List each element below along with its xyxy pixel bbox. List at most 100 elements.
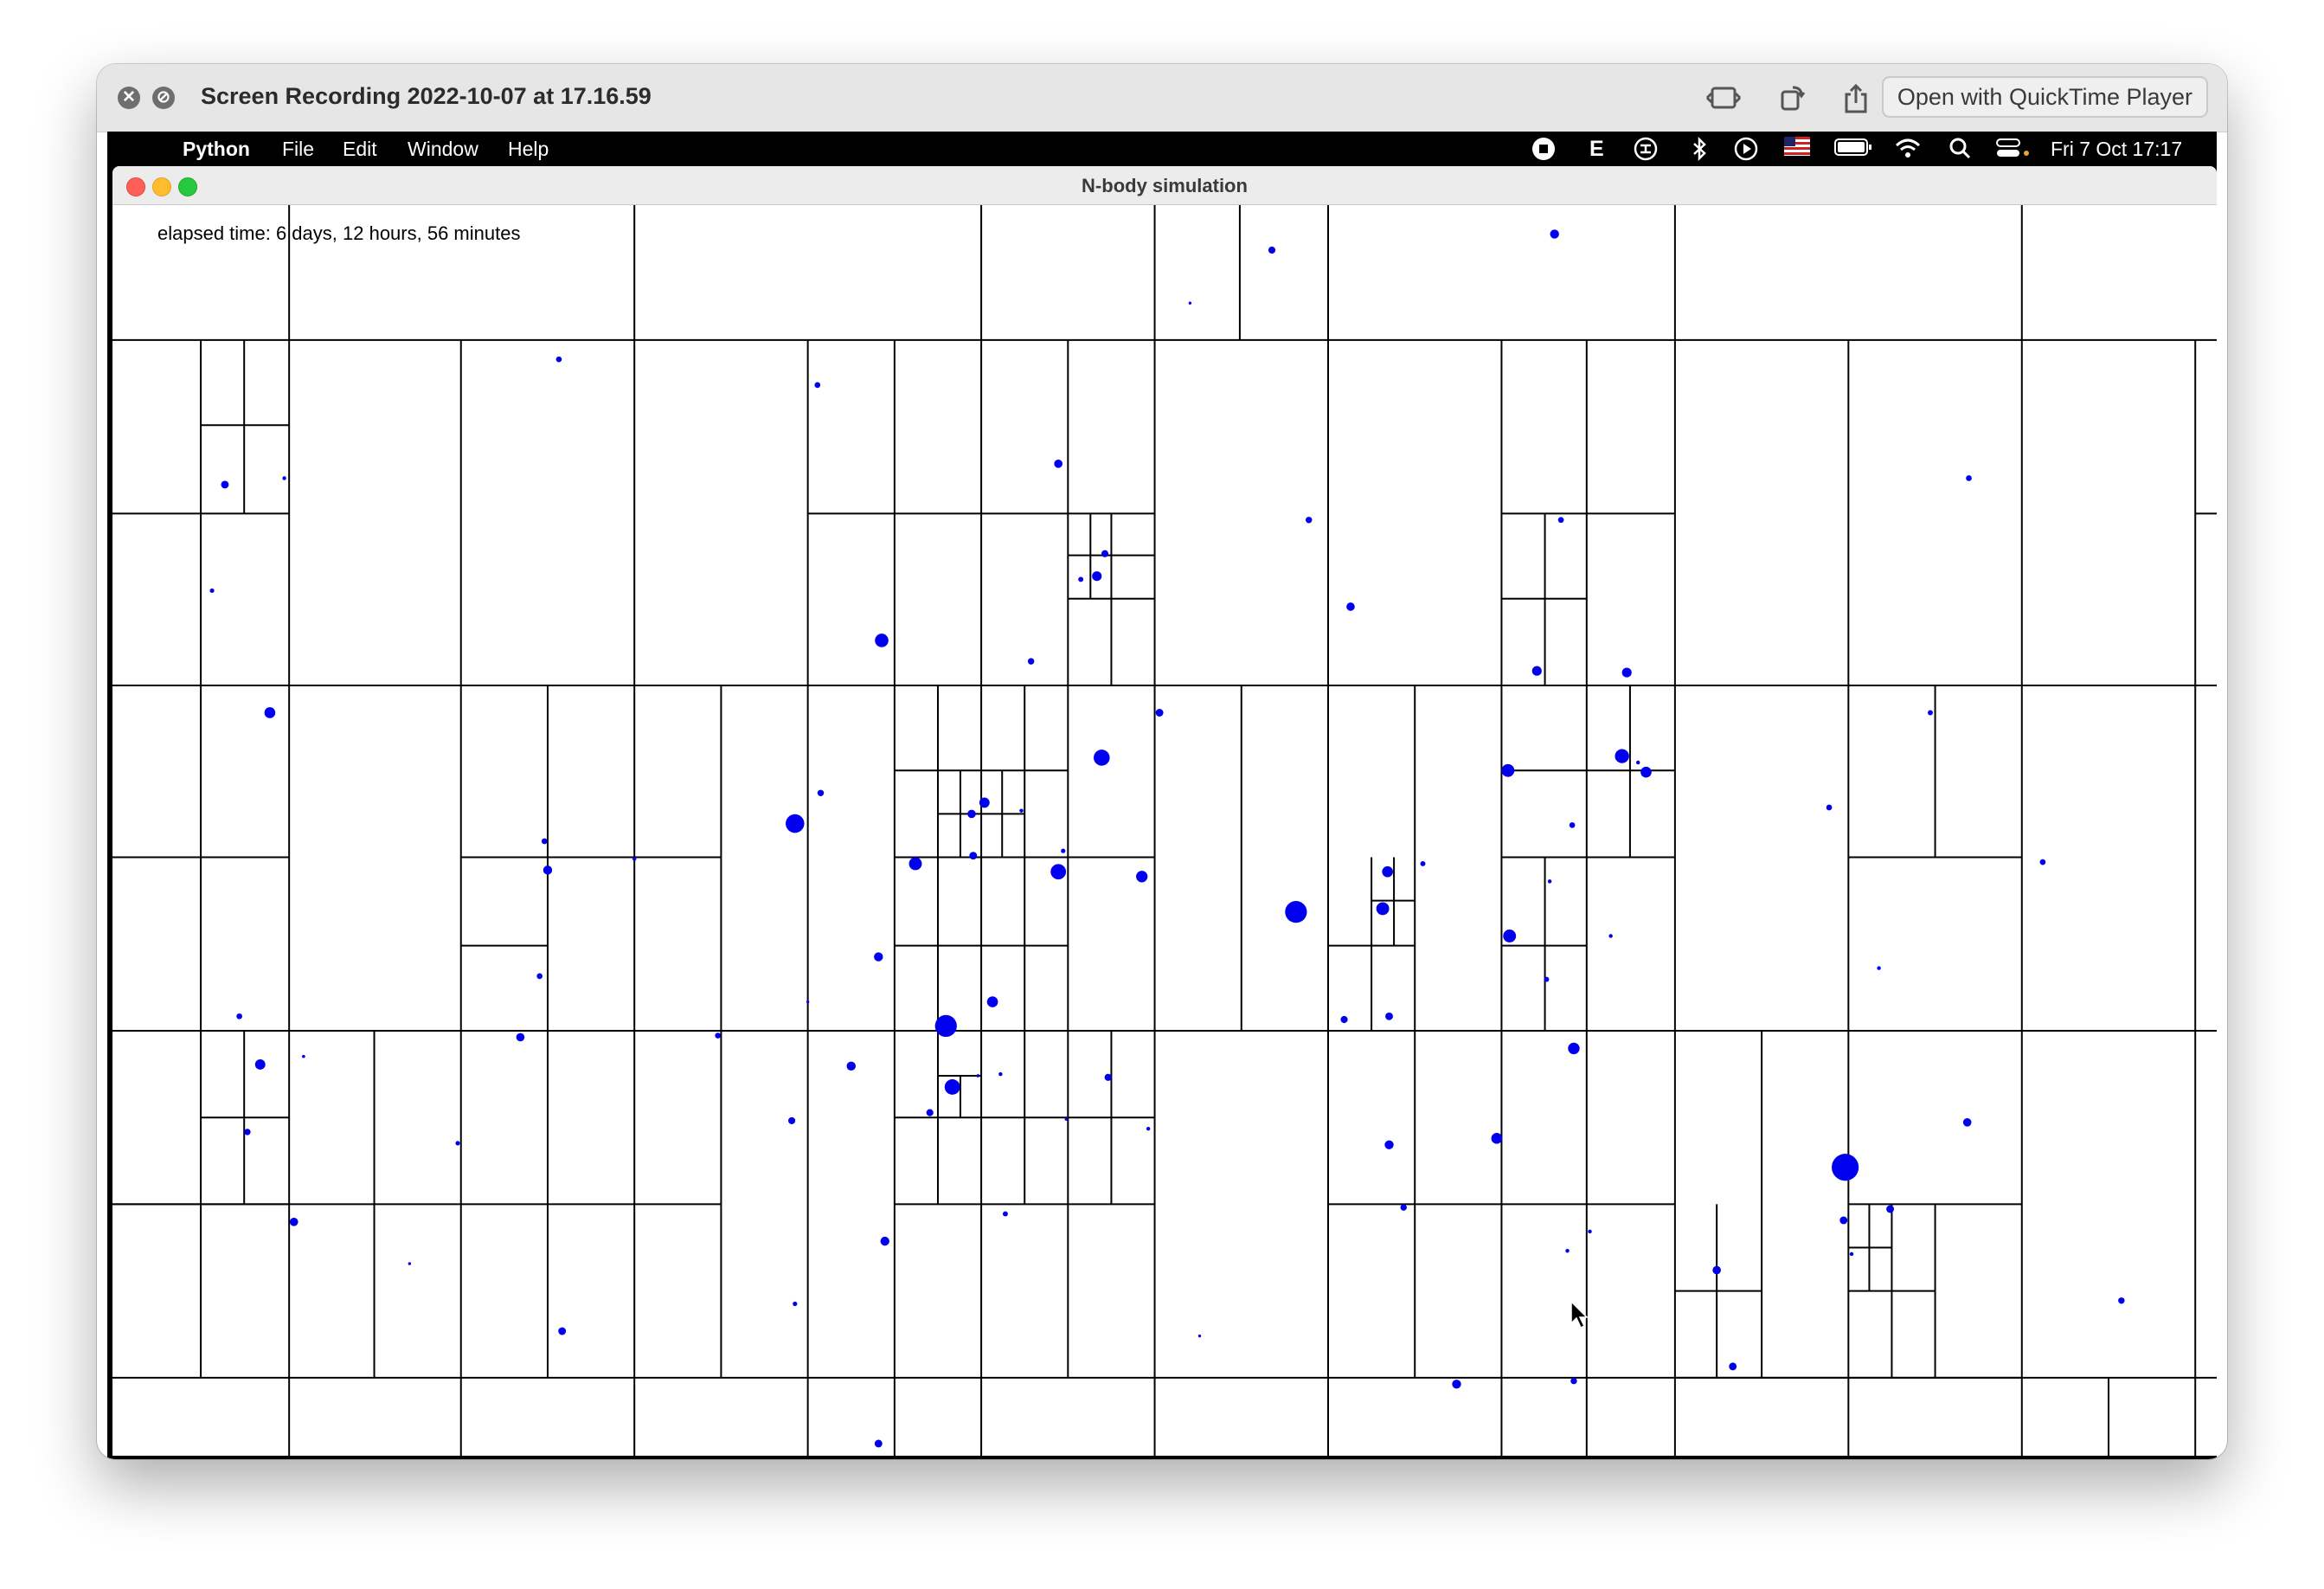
body-particle: [1621, 667, 1632, 678]
body-particle: [541, 838, 548, 845]
body-particle: [1197, 1334, 1202, 1338]
body-particle: [221, 480, 229, 489]
menu-edit[interactable]: Edit: [343, 138, 377, 160]
simulation-canvas[interactable]: elapsed time: 6 days, 12 hours, 56 minut…: [112, 205, 2217, 1456]
body-particle: [1019, 808, 1024, 813]
body-particle: [1886, 1205, 1895, 1213]
body-particle: [1306, 517, 1313, 524]
nbody-window-titlebar: N-body simulation: [112, 166, 2217, 205]
body-particle: [1569, 822, 1576, 828]
us-flag-input-icon[interactable]: [1784, 137, 1810, 162]
quadtree-grid: [112, 205, 2217, 1456]
body-particle: [1550, 229, 1559, 239]
body-particle: [1400, 1204, 1407, 1211]
body-particle: [1384, 1140, 1394, 1149]
body-particle: [817, 789, 825, 797]
menu-bar: Python File Edit Window Help E Fri 7 Oct…: [107, 132, 2217, 166]
body-particle: [1826, 804, 1833, 811]
body-particle: [1146, 1126, 1151, 1131]
body-particle: [244, 1129, 251, 1135]
quicktime-titlebar: ✕ ⊘ Screen Recording 2022-10-07 at 17.16…: [97, 64, 2227, 132]
play-status-icon[interactable]: [1734, 137, 1758, 167]
mouse-cursor-icon: [1570, 1300, 1589, 1329]
body-particle: [1092, 571, 1102, 582]
body-particle: [1832, 1154, 1859, 1181]
quadtree-plot: [112, 205, 2217, 1456]
body-particle: [1839, 1216, 1848, 1225]
body-particle: [1531, 666, 1542, 676]
body-particle: [1002, 1211, 1008, 1217]
body-particle: [2039, 859, 2046, 865]
menu-file[interactable]: File: [282, 138, 314, 160]
elapsed-time-label: elapsed time: 6 days, 12 hours, 56 minut…: [157, 222, 521, 244]
body-particle: [1635, 760, 1640, 765]
body-particle: [934, 1014, 957, 1038]
menu-app-name[interactable]: Python: [183, 138, 250, 160]
body-particle: [1078, 576, 1084, 582]
body-particle: [1340, 1015, 1348, 1024]
body-particle: [1385, 1012, 1393, 1020]
recorded-screen: Python File Edit Window Help E Fri 7 Oct…: [107, 132, 2217, 1459]
body-particle: [806, 1000, 810, 1004]
body-particle: [1544, 976, 1550, 982]
share-icon[interactable]: [1843, 83, 1869, 121]
wifi-icon[interactable]: [1895, 137, 1921, 165]
body-particle: [874, 952, 883, 962]
body-particle: [1570, 1377, 1577, 1385]
body-particle: [944, 1079, 960, 1095]
body-particle: [1729, 1362, 1737, 1371]
body-particle: [1376, 902, 1390, 916]
nbody-window: N-body simulation elapsed time: 6 days, …: [112, 166, 2217, 1456]
body-particle: [786, 814, 805, 833]
body-particle: [1155, 709, 1164, 717]
body-particle: [998, 1071, 1003, 1077]
quicktime-window: ✕ ⊘ Screen Recording 2022-10-07 at 17.16…: [97, 64, 2227, 1459]
body-particle: [1101, 550, 1109, 557]
body-particle: [1491, 1133, 1503, 1144]
body-particle: [455, 1141, 460, 1146]
body-particle: [1094, 749, 1110, 766]
rotate-icon[interactable]: [1777, 83, 1807, 119]
body-particle: [1615, 749, 1629, 763]
bluetooth-icon[interactable]: [1691, 136, 1708, 167]
body-particle: [264, 707, 276, 718]
menu-window[interactable]: Window: [408, 138, 478, 160]
body-particle: [1928, 710, 1933, 716]
body-particle: [986, 996, 998, 1007]
trim-icon[interactable]: [1704, 83, 1743, 119]
control-center-icon[interactable]: [1995, 137, 2030, 165]
body-particle: [1027, 658, 1035, 665]
body-particle: [908, 857, 922, 871]
open-with-quicktime-button[interactable]: Open with QuickTime Player: [1881, 76, 2208, 118]
minimize-icon[interactable]: ⊘: [152, 87, 175, 109]
body-particle: [1420, 860, 1426, 866]
body-particle: [875, 634, 889, 647]
body-particle: [542, 865, 553, 875]
body-particle: [2118, 1297, 2125, 1304]
body-particle: [976, 1074, 980, 1078]
status-letter[interactable]: E: [1589, 138, 1604, 160]
body-particle: [282, 476, 286, 480]
battery-icon[interactable]: [1834, 137, 1872, 164]
body-particle: [788, 1116, 796, 1125]
search-icon[interactable]: [1948, 137, 1971, 165]
body-particle: [558, 1327, 567, 1335]
body-particle: [1568, 1042, 1580, 1055]
body-particle: [1557, 517, 1564, 524]
body-particle: [1877, 966, 1881, 970]
body-particle: [1050, 864, 1067, 880]
body-particle: [1565, 1249, 1570, 1253]
body-particle: [555, 356, 562, 363]
body-particle: [979, 797, 990, 808]
menubar-clock[interactable]: Fri 7 Oct 17:17: [2051, 138, 2182, 160]
sync-status-icon[interactable]: [1634, 137, 1658, 167]
body-particle: [1849, 1251, 1854, 1257]
stop-recording-icon[interactable]: [1531, 137, 1556, 167]
body-particle: [632, 857, 637, 861]
body-particle: [536, 973, 543, 980]
body-particle: [289, 1218, 299, 1226]
close-icon[interactable]: ✕: [118, 87, 140, 109]
menu-help[interactable]: Help: [508, 138, 549, 160]
body-particle: [236, 1013, 242, 1020]
body-particle: [926, 1109, 934, 1116]
